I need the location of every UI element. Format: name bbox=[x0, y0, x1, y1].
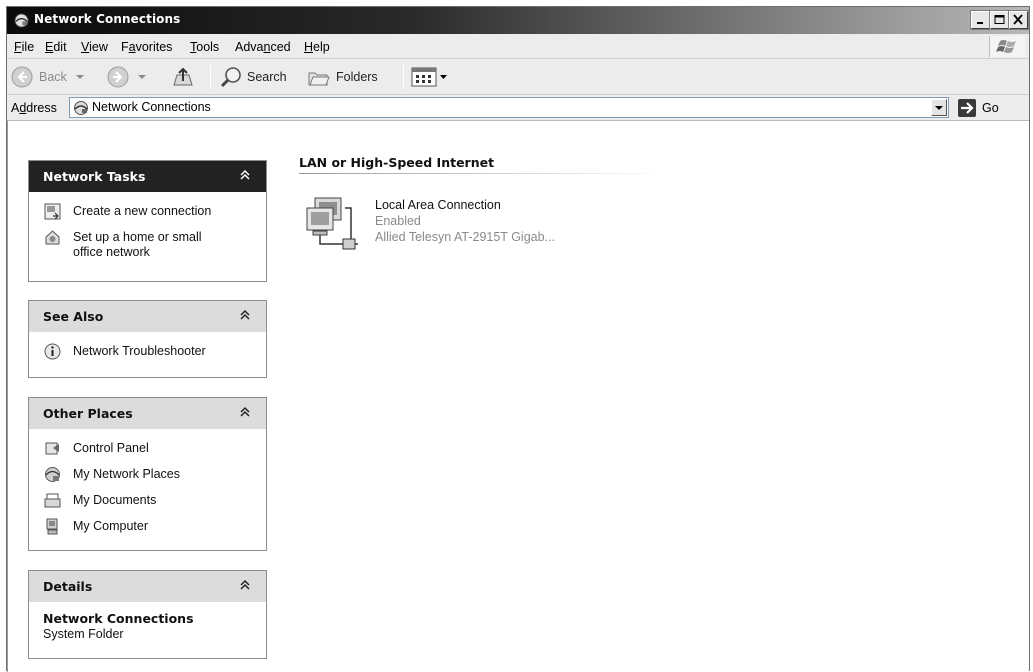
collapse-chevron-icon[interactable] bbox=[238, 405, 252, 419]
network-troubleshooter-link[interactable]: Network Troubleshooter bbox=[29, 340, 266, 366]
forward-dropdown-icon[interactable] bbox=[137, 73, 147, 81]
address-bar: Address Network Connections Go bbox=[7, 95, 1029, 121]
minimize-icon bbox=[977, 22, 983, 24]
folders-icon bbox=[308, 72, 330, 86]
control-panel-link[interactable]: Control Panel bbox=[29, 437, 266, 463]
menu-advanced[interactable]: Advanced bbox=[235, 40, 291, 54]
folders-button[interactable]: Folders bbox=[307, 65, 378, 89]
other-places-panel: Other Places Control Panel My Network Pl… bbox=[28, 397, 267, 551]
go-arrow-icon bbox=[958, 99, 976, 117]
see-also-panel: See Also Network Troubleshooter bbox=[28, 300, 267, 378]
new-connection-icon bbox=[44, 203, 61, 220]
back-button[interactable]: Back bbox=[11, 65, 85, 89]
views-dropdown-icon bbox=[440, 75, 447, 79]
my-computer-link[interactable]: My Computer bbox=[29, 515, 266, 541]
menu-favorites[interactable]: Favorites bbox=[121, 40, 172, 54]
address-input[interactable]: Network Connections bbox=[69, 97, 949, 118]
forward-arrow-icon bbox=[107, 66, 129, 88]
connection-name: Local Area Connection bbox=[375, 198, 501, 212]
address-label: Address bbox=[11, 101, 57, 115]
computer-icon bbox=[46, 518, 58, 535]
menu-tools[interactable]: Tools bbox=[190, 40, 219, 54]
window-title: Network Connections bbox=[34, 12, 181, 26]
back-arrow-icon bbox=[11, 66, 33, 88]
group-header-lan: LAN or High-Speed Internet bbox=[299, 155, 495, 170]
network-connections-icon bbox=[14, 13, 29, 28]
details-item-name: Network Connections bbox=[43, 611, 194, 626]
address-dropdown-button[interactable] bbox=[931, 99, 947, 116]
my-network-places-link[interactable]: My Network Places bbox=[29, 463, 266, 489]
search-icon bbox=[220, 67, 241, 88]
home-network-setup-link[interactable]: Set up a home or small office network bbox=[29, 226, 266, 266]
forward-button[interactable] bbox=[107, 65, 147, 89]
details-panel: Details Network Connections System Folde… bbox=[28, 570, 267, 659]
lan-connection-icon bbox=[306, 197, 358, 250]
connection-device: Allied Telesyn AT-2915T Gigab... bbox=[375, 230, 555, 244]
collapse-chevron-icon[interactable] bbox=[238, 308, 252, 322]
group-divider bbox=[299, 173, 669, 174]
chevron-down-icon bbox=[935, 106, 943, 110]
standard-toolbar: Back Search Folders bbox=[7, 59, 1029, 95]
views-icon bbox=[411, 67, 437, 87]
up-folder-icon bbox=[173, 67, 193, 86]
create-new-connection-link[interactable]: Create a new connection bbox=[29, 200, 266, 226]
up-folder-button[interactable] bbox=[171, 65, 195, 89]
details-item-type: System Folder bbox=[43, 627, 124, 641]
documents-icon bbox=[44, 493, 61, 508]
menu-view[interactable]: View bbox=[81, 40, 108, 54]
collapse-chevron-icon[interactable] bbox=[238, 578, 252, 592]
details-header[interactable]: Details bbox=[29, 571, 266, 602]
close-button[interactable] bbox=[1008, 10, 1029, 30]
home-network-wizard-icon bbox=[45, 230, 60, 245]
close-icon bbox=[1013, 14, 1023, 25]
views-button[interactable] bbox=[411, 65, 448, 89]
toolbar-separator bbox=[210, 65, 211, 89]
network-places-icon bbox=[45, 467, 60, 482]
search-button[interactable]: Search bbox=[219, 65, 287, 89]
control-panel-icon bbox=[45, 442, 59, 455]
see-also-header[interactable]: See Also bbox=[29, 301, 266, 332]
menu-edit[interactable]: Edit bbox=[45, 40, 67, 54]
info-icon bbox=[44, 343, 61, 360]
collapse-chevron-icon[interactable] bbox=[238, 168, 252, 182]
go-button[interactable]: Go bbox=[957, 98, 999, 118]
network-tasks-panel: Network Tasks Create a new connection Se… bbox=[28, 160, 267, 282]
network-connections-icon bbox=[74, 101, 88, 115]
maximize-icon bbox=[994, 15, 1005, 24]
menu-bar: File Edit View Favorites Tools Advanced … bbox=[7, 34, 1029, 59]
my-documents-link[interactable]: My Documents bbox=[29, 489, 266, 515]
menu-help[interactable]: Help bbox=[304, 40, 330, 54]
toolbar-separator bbox=[403, 65, 404, 89]
back-dropdown-icon[interactable] bbox=[75, 73, 85, 81]
windows-flag-icon bbox=[996, 40, 1016, 53]
windows-logo bbox=[989, 36, 1025, 57]
network-tasks-header[interactable]: Network Tasks bbox=[29, 161, 266, 192]
local-area-connection-item[interactable]: Local Area Connection Enabled Allied Tel… bbox=[303, 192, 623, 262]
menu-file[interactable]: File bbox=[14, 40, 34, 54]
title-bar[interactable]: Network Connections bbox=[7, 7, 1029, 34]
maximize-button[interactable] bbox=[989, 10, 1010, 30]
minimize-button[interactable] bbox=[970, 10, 991, 30]
explorer-window: Network Connections File Edit View Favor… bbox=[6, 6, 1030, 672]
other-places-header[interactable]: Other Places bbox=[29, 398, 266, 429]
connection-status: Enabled bbox=[375, 214, 421, 228]
